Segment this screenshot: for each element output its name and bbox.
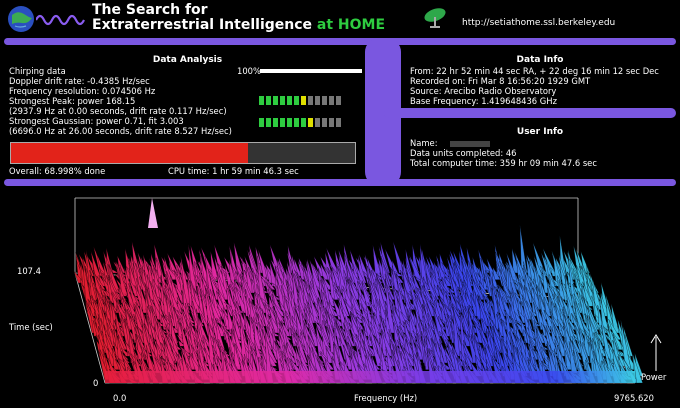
user-name-redacted	[450, 140, 491, 147]
progress-fill	[11, 143, 249, 163]
y-axis-top-label: 107.4	[17, 266, 41, 276]
peak-meter	[259, 96, 341, 105]
data-analysis-lines: Chirping data Doppler drift rate: -0.438…	[9, 66, 232, 136]
info-line: Recorded on: Fri Mar 8 16:56:20 1929 GMT	[410, 76, 591, 86]
progress-bar	[10, 142, 356, 164]
meter-segment	[322, 96, 327, 105]
wave-icon	[35, 12, 86, 28]
analysis-line: Strongest Peak: power 168.15	[9, 96, 136, 106]
info-line: Source: Arecibo Radio Observatory	[410, 86, 557, 96]
meter-scale-label: 100%	[237, 66, 261, 76]
data-info-title: Data Info	[516, 55, 564, 65]
meter-segment	[329, 118, 334, 127]
meter-segment	[315, 118, 320, 127]
spectrum-plot	[73, 197, 644, 384]
meter-bar	[260, 69, 362, 73]
data-info-lines: From: 22 hr 52 min 44 sec RA, + 22 deg 1…	[410, 66, 659, 106]
meter-segment	[287, 96, 292, 105]
highlight-spike	[148, 198, 158, 228]
meter-segment	[259, 96, 264, 105]
frame-top-bar	[4, 38, 676, 45]
project-url[interactable]: http://setiathome.ssl.berkeley.edu	[462, 18, 615, 28]
meter-segment	[266, 96, 271, 105]
title-line2: Extraterrestrial Intelligence	[92, 17, 313, 33]
floor-strip	[105, 371, 635, 383]
power-arrow-icon	[650, 333, 662, 373]
frame-bottom-bar	[4, 179, 676, 186]
meter-segment	[315, 96, 320, 105]
user-info-title: User Info	[516, 127, 564, 137]
spectrum-spikes	[73, 224, 644, 384]
data-analysis-title: Data Analysis	[152, 55, 223, 65]
y-axis-title: Time (sec)	[9, 322, 53, 332]
x-axis-title: Frequency (Hz)	[354, 393, 418, 403]
meter-segment	[308, 118, 313, 127]
x-axis-right-label: 9765.620	[614, 393, 654, 403]
app-title: The Search for Extraterrestrial Intellig…	[92, 3, 385, 33]
analysis-line: Doppler drift rate: -0.4385 Hz/sec	[9, 76, 150, 86]
meter-segment	[273, 118, 278, 127]
power-axis-label: Power	[641, 372, 667, 382]
meter-segment	[294, 96, 299, 105]
meter-segment	[259, 118, 264, 127]
title-line1: The Search for	[92, 2, 208, 18]
user-line: Total computer time: 359 hr 09 min 47.6 …	[410, 158, 597, 168]
meter-segment	[301, 96, 306, 105]
seti-logo-icon	[6, 4, 36, 34]
info-line: Base Frequency: 1.419648436 GHz	[410, 96, 557, 106]
meter-segment	[280, 96, 285, 105]
meter-segment	[336, 96, 341, 105]
meter-segment	[322, 118, 327, 127]
user-line: Data units completed: 46	[410, 148, 517, 158]
meter-segment	[294, 118, 299, 127]
x-axis-left-label: 0.0	[113, 393, 127, 403]
cpu-time-text: CPU time: 1 hr 59 min 46.3 sec	[168, 166, 299, 176]
analysis-line: Strongest Gaussian: power 0.71, fit 3.00…	[9, 116, 184, 126]
info-line: From: 22 hr 52 min 44 sec RA, + 22 deg 1…	[410, 66, 659, 76]
frame-divider-horizontal	[384, 108, 676, 118]
meter-segment	[273, 96, 278, 105]
dish-icon	[422, 5, 448, 31]
meter-segment	[301, 118, 306, 127]
title-suffix: at HOME	[316, 17, 386, 33]
meter-segment	[266, 118, 271, 127]
user-name-label: Name:	[410, 138, 438, 148]
analysis-line: Frequency resolution: 0.074506 Hz	[9, 86, 156, 96]
y-axis-bottom-label: 0	[93, 378, 99, 388]
user-info-lines: Name: Data units completed: 46 Total com…	[410, 138, 597, 168]
meter-segment	[308, 96, 313, 105]
analysis-line: (6696.0 Hz at 26.00 seconds, drift rate …	[9, 126, 232, 136]
overall-progress-text: Overall: 68.998% done	[9, 166, 106, 176]
meter-segment	[329, 96, 334, 105]
meter-segment	[280, 118, 285, 127]
analysis-line: Chirping data	[9, 66, 66, 76]
analysis-line: (2937.9 Hz at 0.00 seconds, drift rate 0…	[9, 106, 227, 116]
gaussian-meter	[259, 118, 341, 127]
meter-segment	[287, 118, 292, 127]
meter-segment	[336, 118, 341, 127]
